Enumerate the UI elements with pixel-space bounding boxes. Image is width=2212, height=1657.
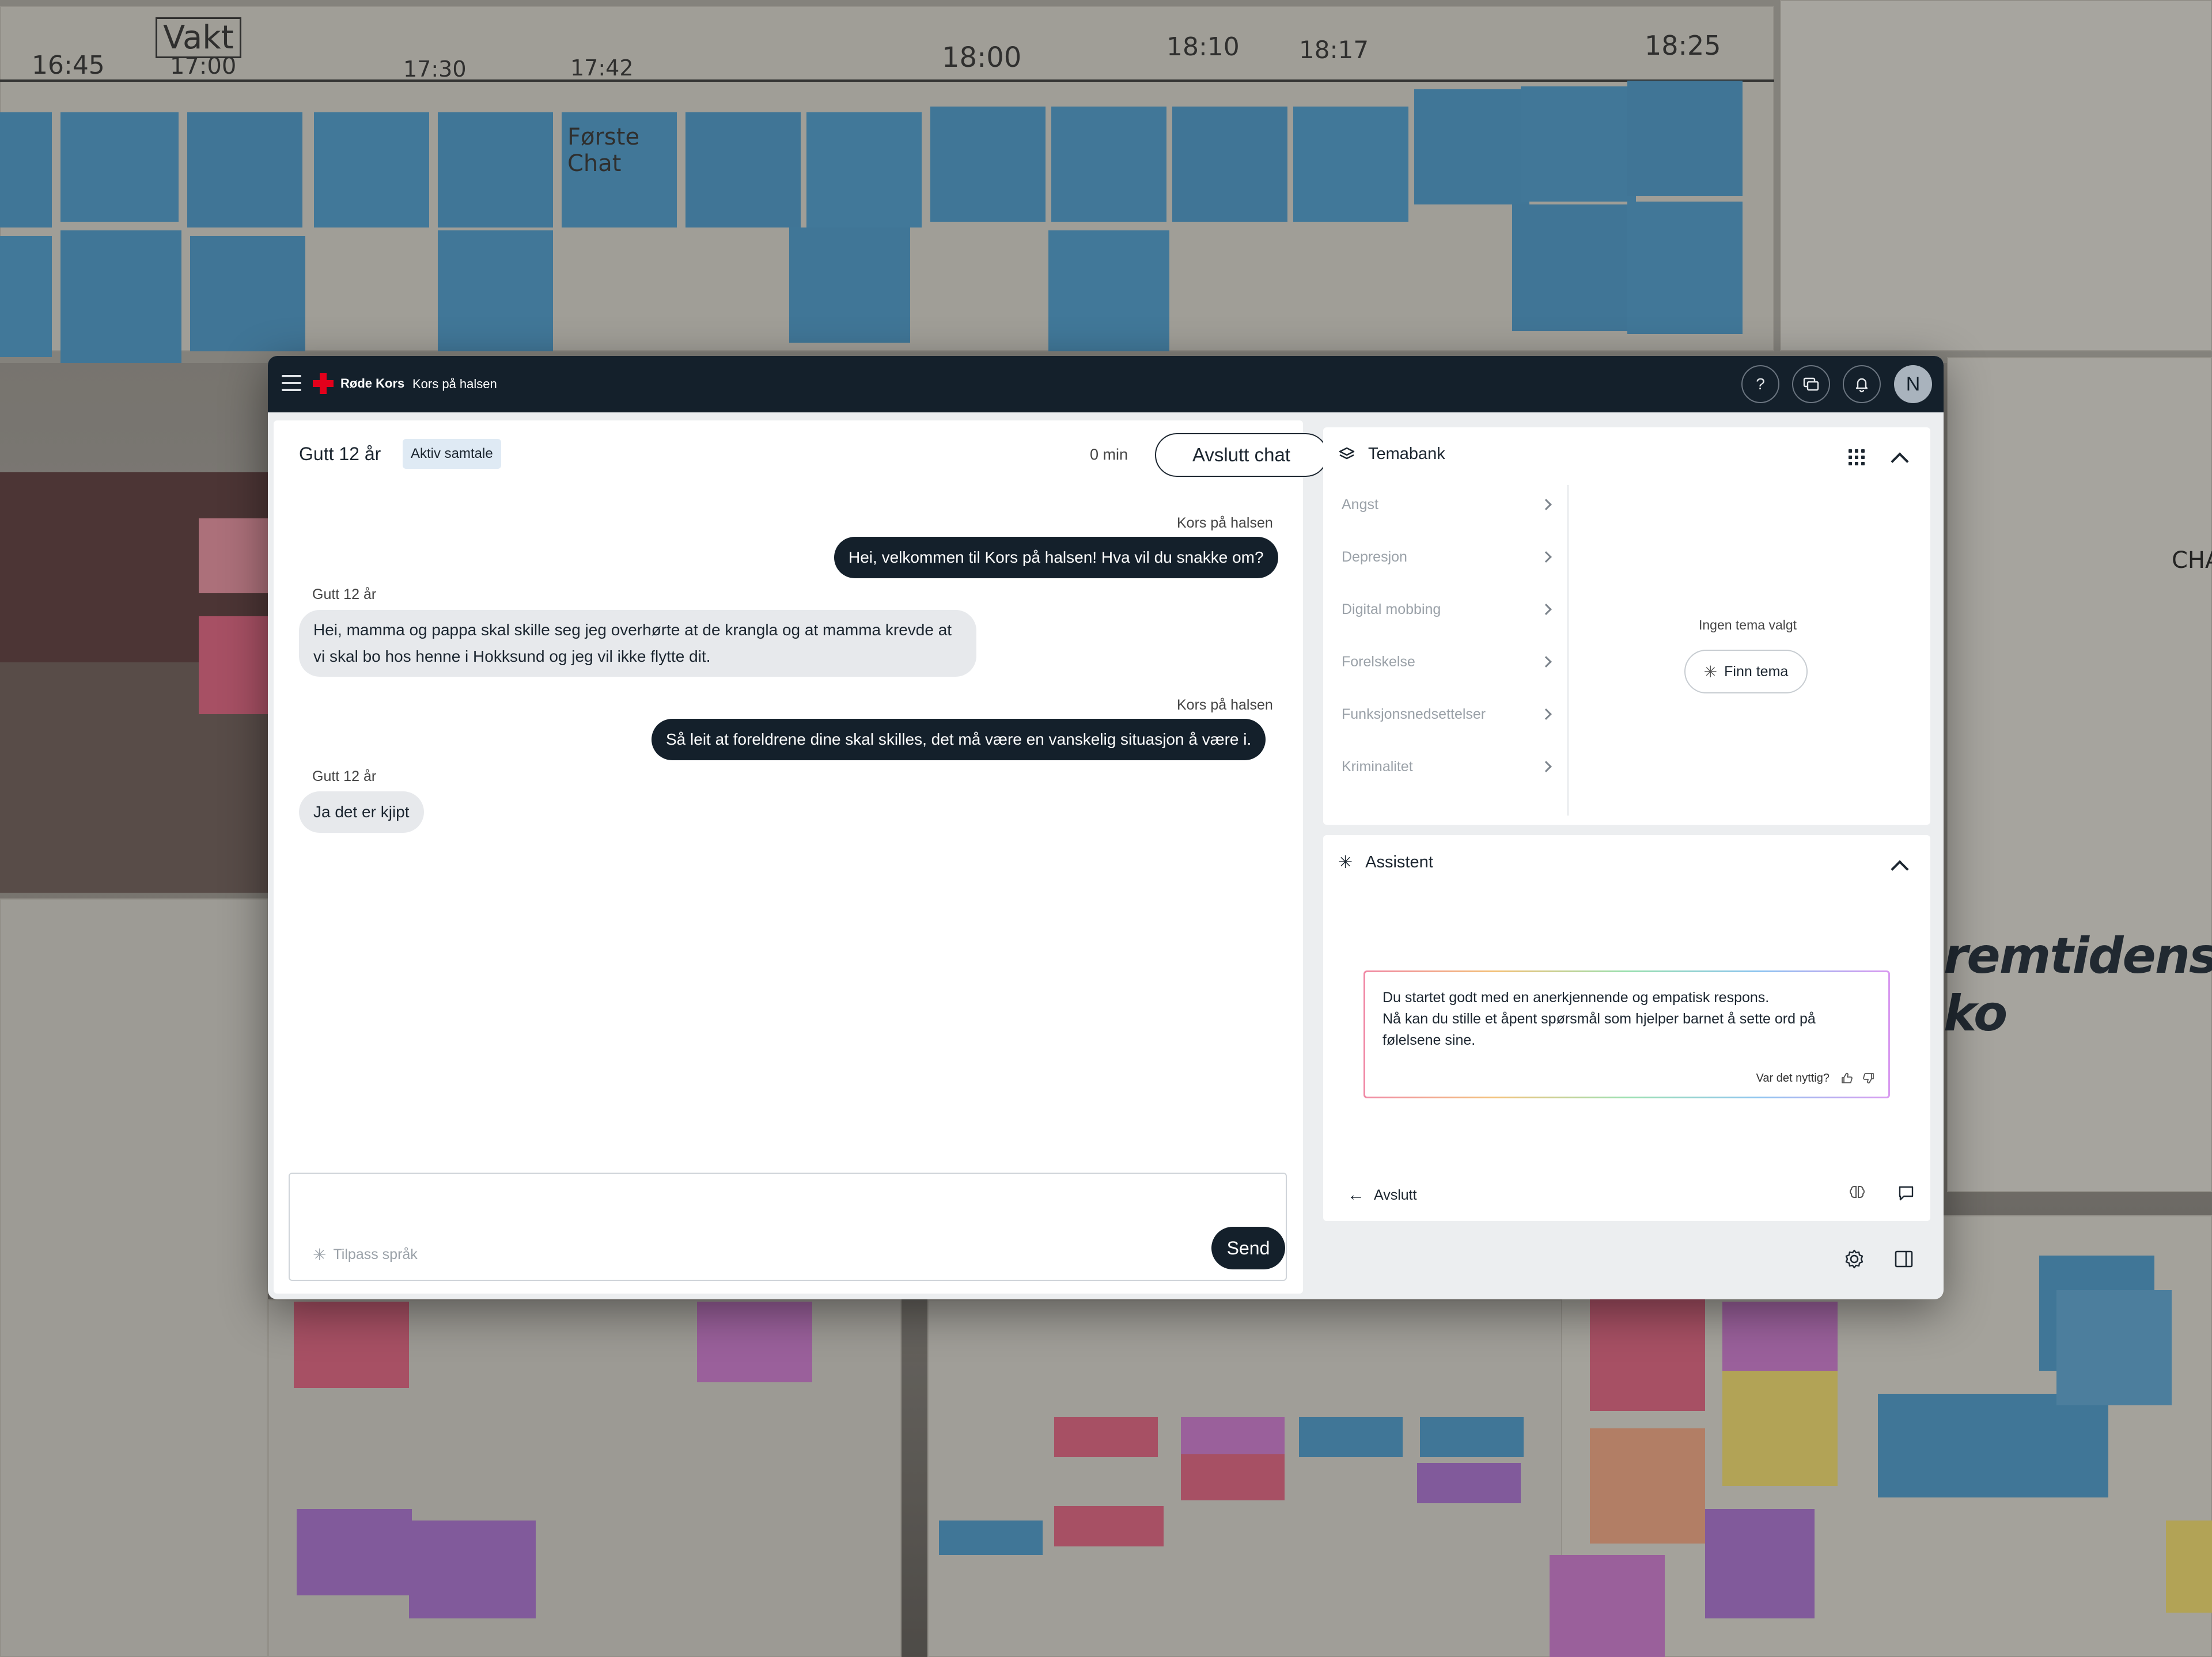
- find-topic-button[interactable]: ✳ Finn tema: [1684, 650, 1808, 693]
- topic-item[interactable]: Angst: [1342, 487, 1555, 522]
- topic-item[interactable]: Depresjon: [1342, 540, 1555, 574]
- chevron-right-icon: [1540, 761, 1552, 772]
- top-bar: Røde Kors Kors på halsen ? N: [268, 356, 1944, 412]
- sparkle-icon: ✳: [1338, 853, 1353, 872]
- send-button[interactable]: Send: [1211, 1227, 1285, 1269]
- logo-text: Røde Kors: [340, 376, 405, 390]
- topic-label: Digital mobbing: [1342, 601, 1441, 617]
- message-sender: Kors på halsen: [1177, 515, 1273, 531]
- status-badge: Aktiv samtale: [403, 439, 501, 469]
- assistant-title: Assistent: [1365, 853, 1433, 871]
- topic-label: Funksjonsnedsettelser: [1342, 706, 1486, 722]
- panel-divider: [1567, 485, 1569, 816]
- arrow-left-icon: ←: [1347, 1185, 1365, 1204]
- sparkle-icon: ✳: [313, 1246, 327, 1264]
- chevron-right-icon: [1540, 551, 1552, 563]
- sparkle-icon: ✳: [1703, 662, 1718, 681]
- topic-label: Forelskelse: [1342, 653, 1415, 670]
- message-sender: Kors på halsen: [1177, 697, 1273, 713]
- collapse-temabank-icon[interactable]: [1891, 452, 1909, 471]
- topic-label: Depresjon: [1342, 548, 1407, 565]
- chat-timer: 0 min: [1090, 446, 1128, 463]
- red-cross-icon: [313, 373, 334, 394]
- notifications-button[interactable]: [1843, 365, 1881, 403]
- adjust-language-button[interactable]: ✳ Tilpass språk: [313, 1245, 418, 1264]
- message-bubble-outgoing: Så leit at foreldrene dine skal skilles,…: [652, 719, 1266, 760]
- chat-title: Gutt 12 år: [299, 443, 381, 464]
- no-topic-text: Ingen tema valgt: [1698, 617, 1797, 632]
- settings-icon[interactable]: [1843, 1248, 1866, 1271]
- topic-item[interactable]: Forelskelse: [1342, 644, 1555, 679]
- chevron-right-icon: [1540, 708, 1552, 720]
- feedback-label: Var det nyttig?: [1756, 1071, 1830, 1085]
- assistant-suggestion-text: Du startet godt med en anerkjennende og …: [1382, 989, 1816, 1048]
- message-composer[interactable]: ✳ Tilpass språk Send: [289, 1173, 1287, 1281]
- message-sender: Gutt 12 år: [312, 768, 377, 784]
- collapse-assistant-icon[interactable]: [1891, 860, 1909, 878]
- avatar[interactable]: N: [1894, 365, 1932, 403]
- help-icon: ?: [1756, 375, 1765, 393]
- logo[interactable]: Røde Kors: [313, 373, 404, 394]
- topic-label: Kriminalitet: [1342, 758, 1413, 775]
- feedback-row: Var det nyttig?: [1756, 1071, 1876, 1085]
- app-window: Røde Kors Kors på halsen ? N Gutt 12 år …: [268, 356, 1944, 1299]
- chats-button[interactable]: [1792, 365, 1830, 403]
- brain-icon[interactable]: [1848, 1183, 1866, 1201]
- find-topic-label: Finn tema: [1724, 663, 1789, 680]
- topic-item[interactable]: Funksjonsnedsettelser: [1342, 697, 1555, 731]
- adjust-language-label: Tilpass språk: [333, 1246, 418, 1262]
- assistant-header: ✳ Assistent: [1338, 852, 1433, 873]
- exit-label: Avslutt: [1374, 1186, 1417, 1203]
- layers-icon: [1339, 447, 1355, 459]
- menu-icon[interactable]: [282, 375, 301, 392]
- app-name: Kors på halsen: [412, 377, 497, 391]
- message-bubble-incoming: Ja det er kjipt: [299, 791, 424, 833]
- chats-icon: [1803, 377, 1819, 391]
- message-bubble-outgoing: Hei, velkommen til Kors på halsen! Hva v…: [834, 537, 1278, 578]
- topic-item[interactable]: Kriminalitet: [1342, 749, 1555, 784]
- chat-panel: Gutt 12 år Aktiv samtale 0 min Avslutt c…: [274, 420, 1328, 1294]
- chevron-right-icon: [1540, 656, 1552, 668]
- temabank-panel: Temabank Angst Depresjon Digital mobbing…: [1323, 427, 1930, 825]
- topic-label: Angst: [1342, 496, 1378, 513]
- end-chat-button[interactable]: Avslutt chat: [1155, 433, 1328, 477]
- assistant-panel: ✳ Assistent Du startet godt med en anerk…: [1323, 835, 1930, 1221]
- thumbs-down-icon[interactable]: [1862, 1071, 1876, 1085]
- chevron-right-icon: [1540, 499, 1552, 510]
- exit-assistant-button[interactable]: ← Avslutt: [1347, 1185, 1417, 1205]
- temabank-header: Temabank: [1338, 445, 1445, 464]
- thumbs-up-icon[interactable]: [1840, 1071, 1854, 1085]
- temabank-title: Temabank: [1368, 445, 1445, 463]
- sidebar-toggle-icon[interactable]: [1893, 1249, 1914, 1269]
- message-bubble-incoming: Hei, mamma og pappa skal skille seg jeg …: [299, 610, 976, 677]
- chevron-right-icon: [1540, 604, 1552, 615]
- help-button[interactable]: ?: [1741, 365, 1779, 403]
- grid-icon[interactable]: [1849, 449, 1865, 465]
- comment-icon[interactable]: [1897, 1184, 1915, 1203]
- assistant-suggestion-card: Du startet godt med en anerkjennende og …: [1363, 970, 1890, 1098]
- message-sender: Gutt 12 år: [312, 586, 377, 602]
- bell-icon: [1855, 378, 1868, 393]
